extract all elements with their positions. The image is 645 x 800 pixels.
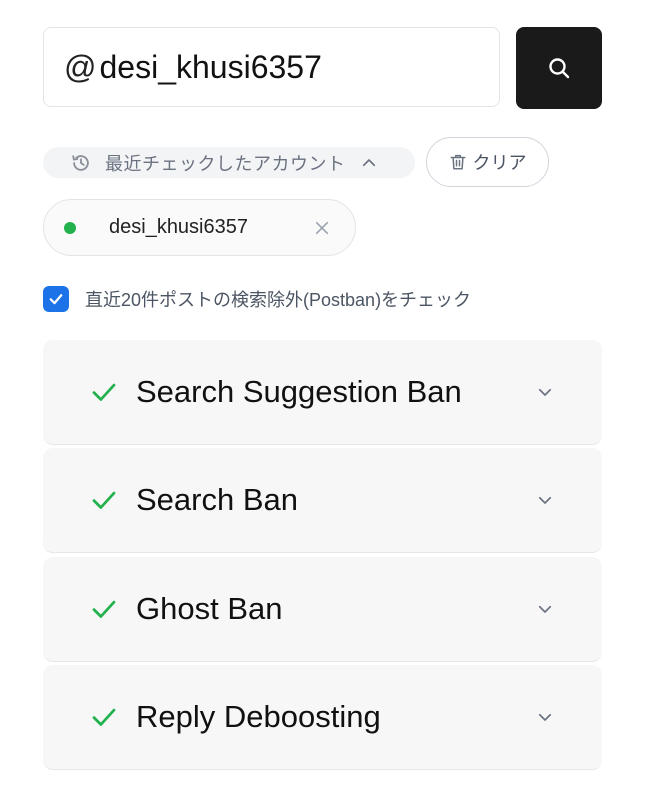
at-prefix: @ <box>64 48 97 85</box>
recent-account-chip[interactable]: desi_khusi6357 <box>43 199 356 256</box>
clear-history-button[interactable]: クリア <box>426 137 549 187</box>
result-title: Reply Deboosting <box>136 699 381 734</box>
history-icon <box>72 154 89 171</box>
search-row: @ <box>43 27 602 109</box>
check-icon <box>92 491 116 509</box>
check-icon <box>92 383 116 401</box>
check-icon <box>92 600 116 618</box>
search-input[interactable] <box>99 48 520 86</box>
result-title: Search Ban <box>136 482 298 517</box>
postban-option: 直近20件ポストの検索除外(Postban)をチェック <box>43 285 471 313</box>
postban-checkbox[interactable] <box>43 286 69 312</box>
chevron-down-icon <box>538 388 552 396</box>
result-ghost-ban[interactable]: Ghost Ban <box>43 557 602 662</box>
recent-account-name: desi_khusi6357 <box>109 216 248 238</box>
result-title: Search Suggestion Ban <box>136 374 462 409</box>
check-icon <box>92 708 116 726</box>
clear-history-label: クリア <box>472 153 527 173</box>
result-reply-deboosting[interactable]: Reply Deboosting <box>43 665 602 770</box>
trash-icon <box>450 154 465 170</box>
chevron-down-icon <box>538 605 552 613</box>
postban-label: 直近20件ポストの検索除外(Postban)をチェック <box>85 290 472 310</box>
search-field[interactable]: @ <box>43 27 520 107</box>
recent-accounts-toggle[interactable]: 最近チェックしたアカウント <box>43 147 415 178</box>
remove-account-icon[interactable] <box>314 220 330 236</box>
chevron-down-icon <box>538 496 552 504</box>
search-icon <box>549 58 570 79</box>
result-search-ban[interactable]: Search Ban <box>43 448 602 553</box>
recent-accounts-label: 最近チェックしたアカウント <box>105 153 346 174</box>
checkmark-icon <box>49 294 63 305</box>
status-dot <box>64 221 76 234</box>
chevron-up-icon <box>362 158 375 166</box>
chevron-down-icon <box>538 713 552 721</box>
search-button[interactable] <box>516 27 602 109</box>
result-search-suggestion-ban[interactable]: Search Suggestion Ban <box>43 340 602 445</box>
result-title: Ghost Ban <box>136 591 283 626</box>
